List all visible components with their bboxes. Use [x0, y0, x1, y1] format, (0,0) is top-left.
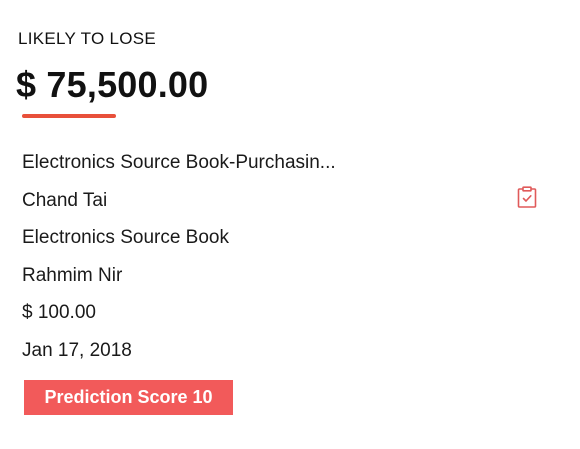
amount-value: $ 75,500.00	[16, 64, 209, 105]
contact-name: Chand Tai	[22, 190, 108, 211]
owner-name: Rahmim Nir	[22, 265, 123, 286]
status-label: LIKELY TO LOSE	[18, 29, 157, 48]
prediction-score-badge: Prediction Score 10	[24, 380, 233, 415]
amount-underline	[22, 114, 116, 118]
deal-value: $ 100.00	[22, 302, 96, 323]
opportunity-name: Electronics Source Book-Purchasin...	[22, 152, 336, 173]
close-date: Jan 17, 2018	[22, 340, 132, 361]
clipboard-check-icon[interactable]	[515, 185, 539, 209]
opportunity-card: LIKELY TO LOSE $ 75,500.00 Electronics S…	[0, 0, 580, 449]
account-name: Electronics Source Book	[22, 227, 229, 248]
